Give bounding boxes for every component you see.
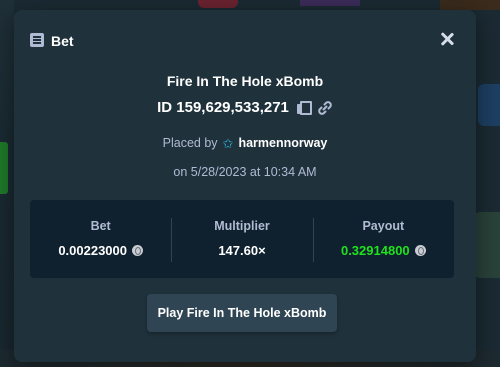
bet-id-row: ID 159,629,533,271: [14, 99, 476, 116]
background-accent: [440, 0, 500, 10]
background-tile: [478, 84, 500, 126]
close-icon[interactable]: [438, 30, 456, 48]
stat-value-row: 0.32914800: [341, 243, 426, 258]
game-name: Fire In The Hole xBomb: [166, 73, 324, 89]
star-icon: ✩: [222, 135, 234, 151]
bet-amount: 0.00223000: [58, 243, 127, 258]
copy-icon[interactable]: [295, 100, 312, 116]
modal-title: Bet: [51, 33, 74, 49]
bet-date: on 5/28/2023 at 10:34 AM: [173, 165, 317, 179]
stat-label: Multiplier: [214, 219, 270, 233]
placed-by-label: Placed by: [162, 136, 218, 150]
multiplier-value: 147.60×: [218, 243, 266, 258]
bet-id: ID 159,629,533,271: [157, 99, 289, 116]
stat-bet: Bet 0.00223000: [30, 200, 171, 278]
placed-by-row: Placed by ✩ harmennorway: [14, 136, 476, 150]
bet-slip-icon: [30, 33, 44, 47]
stat-label: Bet: [90, 219, 111, 233]
bet-stats-panel: Bet 0.00223000 Multiplier 147.60× Payout…: [30, 200, 454, 278]
stat-label: Payout: [362, 219, 405, 233]
link-icon-graphic: [318, 100, 332, 115]
background-tile: [474, 212, 500, 278]
stat-value-row: 0.00223000: [58, 243, 143, 258]
background-accent: [198, 0, 238, 8]
payout-amount: 0.32914800: [340, 243, 410, 258]
background-accent: [300, 0, 360, 6]
coin-icon: [414, 245, 426, 256]
stat-payout: Payout 0.32914800: [312, 200, 454, 278]
play-game-button[interactable]: Play Fire In The Hole xBomb: [147, 294, 337, 332]
link-icon[interactable]: [317, 100, 333, 116]
modal-header: Bet: [14, 10, 476, 66]
stat-value-row: 147.60×: [218, 243, 265, 258]
background-accent: [0, 142, 8, 194]
username-link[interactable]: harmennorway: [238, 136, 327, 150]
bet-modal: Bet Fire In The Hole xBomb ID 159,629,53…: [14, 10, 476, 362]
coin-icon: [132, 245, 143, 256]
stat-multiplier: Multiplier 147.60×: [171, 200, 312, 278]
